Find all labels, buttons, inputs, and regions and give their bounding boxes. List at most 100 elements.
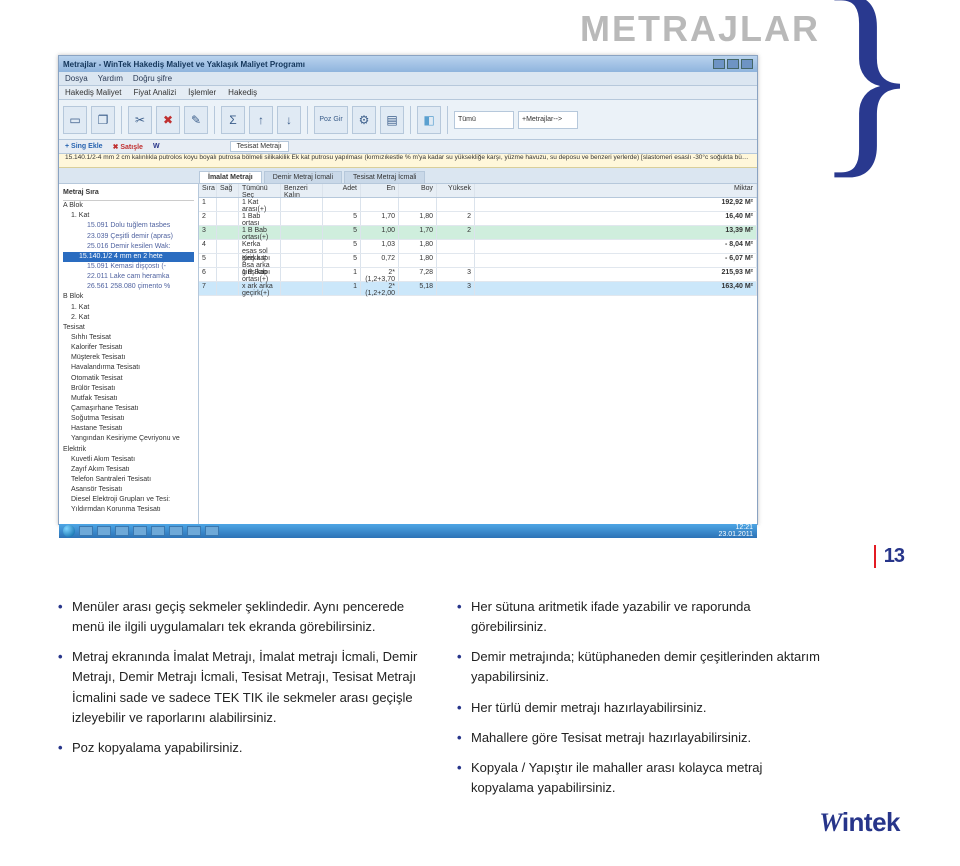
bullet-item: Demir metrajında; kütüphaneden demir çeş… xyxy=(457,647,828,687)
col-en[interactable]: En xyxy=(361,184,399,197)
tree-node[interactable]: 15.091 Dolu tuğlem tasbes xyxy=(63,221,194,231)
logo-text: intek xyxy=(842,807,900,837)
toolbar-dropdown-source[interactable]: Tümü xyxy=(454,111,514,129)
toolbar-button-image[interactable]: ◧ xyxy=(417,106,441,134)
tree-node[interactable]: Soğutma Tesisatı xyxy=(63,414,194,424)
tree-node[interactable]: 23.039 Çeşitli demir (apras) xyxy=(63,232,194,242)
tree-node[interactable]: 26.561 258.080 çimento % xyxy=(63,282,194,292)
toolbar-button-cut[interactable]: ✂ xyxy=(128,106,152,134)
taskbar-item[interactable] xyxy=(97,526,111,536)
col-miktar[interactable]: Miktar xyxy=(475,184,757,197)
toolbar-button-down[interactable]: ↓ xyxy=(277,106,301,134)
tab-tesisat-metraj-icmali[interactable]: Tesisat Metraj İcmali xyxy=(344,171,425,183)
sub-tab-tesisat[interactable]: Tesisat Metrajı xyxy=(230,141,289,152)
col-tumsec[interactable]: Tümünü Seç xyxy=(239,184,281,197)
maximize-button[interactable] xyxy=(727,59,739,69)
tree-node[interactable]: A Blok xyxy=(63,201,194,211)
col-sira[interactable]: Sıra xyxy=(199,184,217,197)
tree-node[interactable]: Müşterek Tesisatı xyxy=(63,353,194,363)
menu-item-help[interactable]: Yardım xyxy=(98,74,123,83)
ribbon-tab-strip: Hakediş Maliyet Fiyat Analizi İşlemler H… xyxy=(59,86,757,100)
tree-node[interactable]: Yangından Kesiriyme Çevriyonu ve xyxy=(63,434,194,444)
grid-row[interactable]: 31 B Bab ortası(+)51,001,70213,39 M² xyxy=(199,226,757,240)
taskbar-item[interactable] xyxy=(133,526,147,536)
tree-node[interactable]: Elektrik xyxy=(63,445,194,455)
toolbar-button-delete[interactable]: ✖ xyxy=(156,106,180,134)
tree-node[interactable]: Asansör Tesisatı xyxy=(63,485,194,495)
taskbar-item[interactable] xyxy=(187,526,201,536)
action-bar: + Sing Ekle ✖ Satışle W Tesisat Metrajı xyxy=(59,140,757,154)
col-adet[interactable]: Adet xyxy=(323,184,361,197)
toolbar: ▭ ❐ ✂ ✖ ✎ Σ ↑ ↓ Poz Gir ⚙ ▤ ◧ Tümü +Metr… xyxy=(59,100,757,140)
grid-rows: 11 Kat arası(+)192,92 M²21 Bab ortası51,… xyxy=(199,198,757,524)
toolbar-button-chart[interactable]: ▤ xyxy=(380,106,404,134)
menu-item-password[interactable]: Doğru şifre xyxy=(133,74,172,83)
tree-node[interactable]: Brülör Tesisatı xyxy=(63,384,194,394)
grid-row[interactable]: 61 B Bab ortası(+)12*(1,2+3,707,283215,9… xyxy=(199,268,757,282)
toolbar-button-config[interactable]: ⚙ xyxy=(352,106,376,134)
app-window-screenshot: Metrajlar - WinTek Hakediş Maliyet ve Ya… xyxy=(58,55,758,525)
start-button[interactable] xyxy=(63,525,75,537)
tree-node[interactable]: 15.091 Kemasi dişçostı (- xyxy=(63,262,194,272)
toolbar-button-edit[interactable]: ✎ xyxy=(184,106,208,134)
tree-node[interactable]: Otomatik Tesisat xyxy=(63,374,194,384)
menu-item-file[interactable]: Dosya xyxy=(65,74,88,83)
grid-row[interactable]: 5Kerka # Bsa arka giriş kapı50,721,80- 6… xyxy=(199,254,757,268)
taskbar-item[interactable] xyxy=(205,526,219,536)
toolbar-button-new[interactable]: ▭ xyxy=(63,106,87,134)
tree-node[interactable]: Havalandırma Tesisatı xyxy=(63,363,194,373)
ribbon-tab-hakedis-maliyet[interactable]: Hakediş Maliyet xyxy=(65,88,121,97)
body-text-columns: Menüler arası geçiş sekmeler şeklindedir… xyxy=(58,597,828,808)
taskbar-item[interactable] xyxy=(79,526,93,536)
tree-node[interactable]: Mutfak Tesisatı xyxy=(63,394,194,404)
tree-node[interactable]: Kuvetli Akım Tesisatı xyxy=(63,455,194,465)
grid-row[interactable]: 7x ark arka geçirk(+)12*(1,2+2,005,18316… xyxy=(199,282,757,296)
grid-row[interactable]: 21 Bab ortası51,701,80216,40 M² xyxy=(199,212,757,226)
grid-row[interactable]: 4Kerka esas sol giriş kapı51,031,80- 8,0… xyxy=(199,240,757,254)
tree-node[interactable]: 15.140.1/2 4 mm en 2 hete xyxy=(63,252,194,262)
ribbon-tab-hakedis[interactable]: Hakediş xyxy=(228,88,257,97)
tree-node[interactable]: Hastane Tesisatı xyxy=(63,424,194,434)
tab-imalat-metraji[interactable]: İmalat Metrajı xyxy=(199,171,262,183)
tree-node[interactable]: Kalorifer Tesisatı xyxy=(63,343,194,353)
tree-node[interactable]: Telefon Santraleri Tesisatı xyxy=(63,475,194,485)
taskbar-item[interactable] xyxy=(115,526,129,536)
toolbar-button-sum[interactable]: Σ xyxy=(221,106,245,134)
tab-demir-metraj-icmali[interactable]: Demir Metraj İcmali xyxy=(264,171,342,183)
close-button[interactable] xyxy=(741,59,753,69)
tree-node[interactable]: 1. Kat xyxy=(63,211,194,221)
col-benzeri[interactable]: Benzeri Kalın xyxy=(281,184,323,197)
taskbar-item[interactable] xyxy=(151,526,165,536)
tree-node[interactable]: Diesel Elektroji Grupları ve Tesi: xyxy=(63,495,194,505)
grid-row[interactable]: 11 Kat arası(+)192,92 M² xyxy=(199,198,757,212)
toolbar-button-pozgir[interactable]: Poz Gir xyxy=(314,106,348,134)
action-add-row[interactable]: + Sing Ekle xyxy=(65,143,103,150)
grid-panel: Sıra Sağ Tümünü Seç Benzeri Kalın Adet E… xyxy=(199,184,757,524)
tree-node[interactable]: Zayıf Akım Tesisatı xyxy=(63,465,194,475)
col-sag[interactable]: Sağ xyxy=(217,184,239,197)
toolbar-button-up[interactable]: ↑ xyxy=(249,106,273,134)
tree-node[interactable]: 1. Kat xyxy=(63,303,194,313)
col-boy[interactable]: Boy xyxy=(399,184,437,197)
minimize-button[interactable] xyxy=(713,59,725,69)
info-bar: 15.140.1/2-4 mm 2 cm kalınlıkla putrolos… xyxy=(59,154,757,168)
action-w-icon[interactable]: W xyxy=(153,143,160,150)
ribbon-tab-fiyat-analizi[interactable]: Fiyat Analizi xyxy=(133,88,176,97)
col-yuksek[interactable]: Yüksek xyxy=(437,184,475,197)
tree-node[interactable]: Sıhhı Tesisat xyxy=(63,333,194,343)
tree-node[interactable]: Tesisat xyxy=(63,323,194,333)
tree-node[interactable]: 25.016 Demir kesilen Wak: xyxy=(63,242,194,252)
tree-node[interactable]: Yıldırmdan Korunma Tesisatı xyxy=(63,505,194,515)
tree-node[interactable]: B Blok xyxy=(63,292,194,302)
toolbar-button-copy[interactable]: ❐ xyxy=(91,106,115,134)
ribbon-tab-islemler[interactable]: İşlemler xyxy=(188,88,216,97)
bullet-item: Menüler arası geçiş sekmeler şeklindedir… xyxy=(58,597,429,637)
tree-node[interactable]: 22.011 Lake cam heramka xyxy=(63,272,194,282)
action-delete-row[interactable]: ✖ Satışle xyxy=(113,143,143,151)
tree-node[interactable]: Çamaşırhane Tesisatı xyxy=(63,404,194,414)
tree-header: Metraj Sıra xyxy=(63,188,194,201)
page-heading: METRAJLAR xyxy=(580,8,820,50)
taskbar-item[interactable] xyxy=(169,526,183,536)
toolbar-dropdown-view[interactable]: +Metrajlar--> xyxy=(518,111,578,129)
tree-node[interactable]: 2. Kat xyxy=(63,313,194,323)
